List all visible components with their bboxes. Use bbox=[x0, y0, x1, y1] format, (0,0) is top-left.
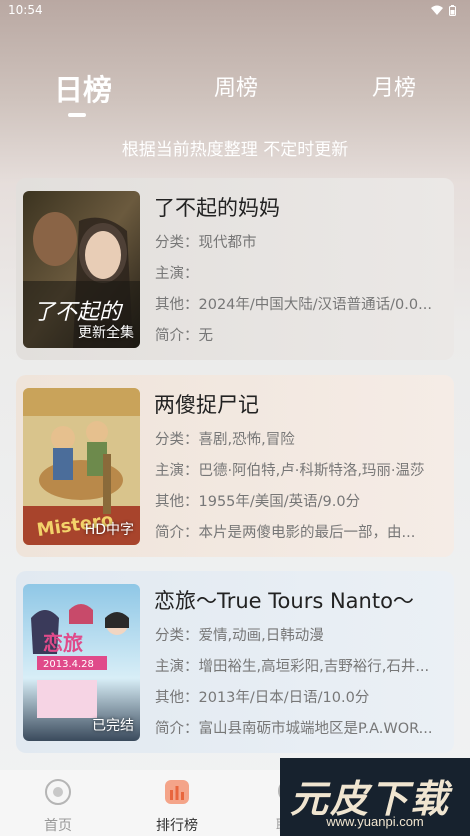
status-icons bbox=[431, 4, 456, 16]
nav-ranking[interactable]: 排行榜 bbox=[137, 778, 217, 835]
tab-daily[interactable]: 日榜 bbox=[54, 67, 112, 109]
movie-intro: 简介：本片是两傻电影的最后一部，由... bbox=[155, 525, 416, 541]
movie-intro: 简介：富山县南砺市城端地区是P.A.WOR... bbox=[155, 721, 433, 737]
movie-other: 其他：2013年/日本/日语/10.0分 bbox=[155, 690, 370, 706]
poster-tag: HD中字 bbox=[84, 522, 134, 538]
movie-cast: 主演： bbox=[155, 266, 199, 282]
watermark-logo: 元皮下载 www.yuanpi.com bbox=[280, 758, 470, 836]
movie-title: 两傻捉尸记 bbox=[154, 393, 259, 417]
movie-cast: 主演：增田裕生,高垣彩阳,吉野裕行,石井... bbox=[155, 659, 430, 675]
chart-icon bbox=[165, 780, 189, 804]
movie-category: 分类：喜剧,恐怖,冒险 bbox=[155, 432, 295, 448]
nav-ranking-label: 排行榜 bbox=[156, 818, 198, 834]
movie-title: 恋旅〜True Tours Nanto〜 bbox=[154, 589, 414, 613]
nav-home-label: 首页 bbox=[44, 818, 72, 834]
wifi-icon bbox=[431, 5, 443, 15]
battery-icon bbox=[449, 4, 456, 16]
movie-cast: 主演：巴德·阿伯特,卢·科斯特洛,玛丽·温莎 bbox=[155, 463, 425, 479]
tab-indicator bbox=[68, 113, 86, 117]
watermark-url: www.yuanpi.com bbox=[326, 814, 424, 829]
movie-category: 分类：爱情,动画,日韩动漫 bbox=[155, 628, 324, 644]
svg-text:恋旅: 恋旅 bbox=[43, 631, 83, 655]
nav-home[interactable]: 首页 bbox=[18, 778, 98, 835]
movie-card[interactable]: 恋旅 2013.4.28 已完结 恋旅〜True Tours Nanto〜 分类… bbox=[16, 571, 454, 753]
svg-text:2013.4.28: 2013.4.28 bbox=[43, 659, 94, 670]
poster-tag: 更新全集 bbox=[78, 325, 134, 341]
movie-card[interactable]: Mistero HD中字 两傻捉尸记 分类：喜剧,恐怖,冒险 主演：巴德·阿伯特… bbox=[16, 375, 454, 557]
home-icon bbox=[45, 779, 71, 805]
movie-poster: Mistero HD中字 bbox=[23, 388, 140, 545]
tab-monthly[interactable]: 月榜 bbox=[372, 70, 416, 102]
movie-category: 分类：现代都市 bbox=[155, 235, 257, 251]
movie-poster: 了不起的 更新全集 bbox=[23, 191, 140, 348]
tab-weekly[interactable]: 周榜 bbox=[214, 70, 258, 102]
status-time: 10:54 bbox=[8, 3, 43, 17]
movie-other: 其他：2024年/中国大陆/汉语普通话/0.0... bbox=[155, 297, 432, 313]
movie-other: 其他：1955年/美国/英语/9.0分 bbox=[155, 494, 361, 510]
ranking-subtitle: 根据当前热度整理 不定时更新 bbox=[121, 140, 349, 160]
movie-intro: 简介：无 bbox=[155, 328, 213, 344]
movie-card[interactable]: 了不起的 更新全集 了不起的妈妈 分类：现代都市 主演： 其他：2024年/中国… bbox=[16, 178, 454, 360]
status-bar: 10:54 bbox=[0, 0, 470, 20]
movie-poster: 恋旅 2013.4.28 已完结 bbox=[23, 584, 140, 741]
poster-tag: 已完结 bbox=[92, 718, 134, 734]
movie-title: 了不起的妈妈 bbox=[154, 196, 280, 220]
